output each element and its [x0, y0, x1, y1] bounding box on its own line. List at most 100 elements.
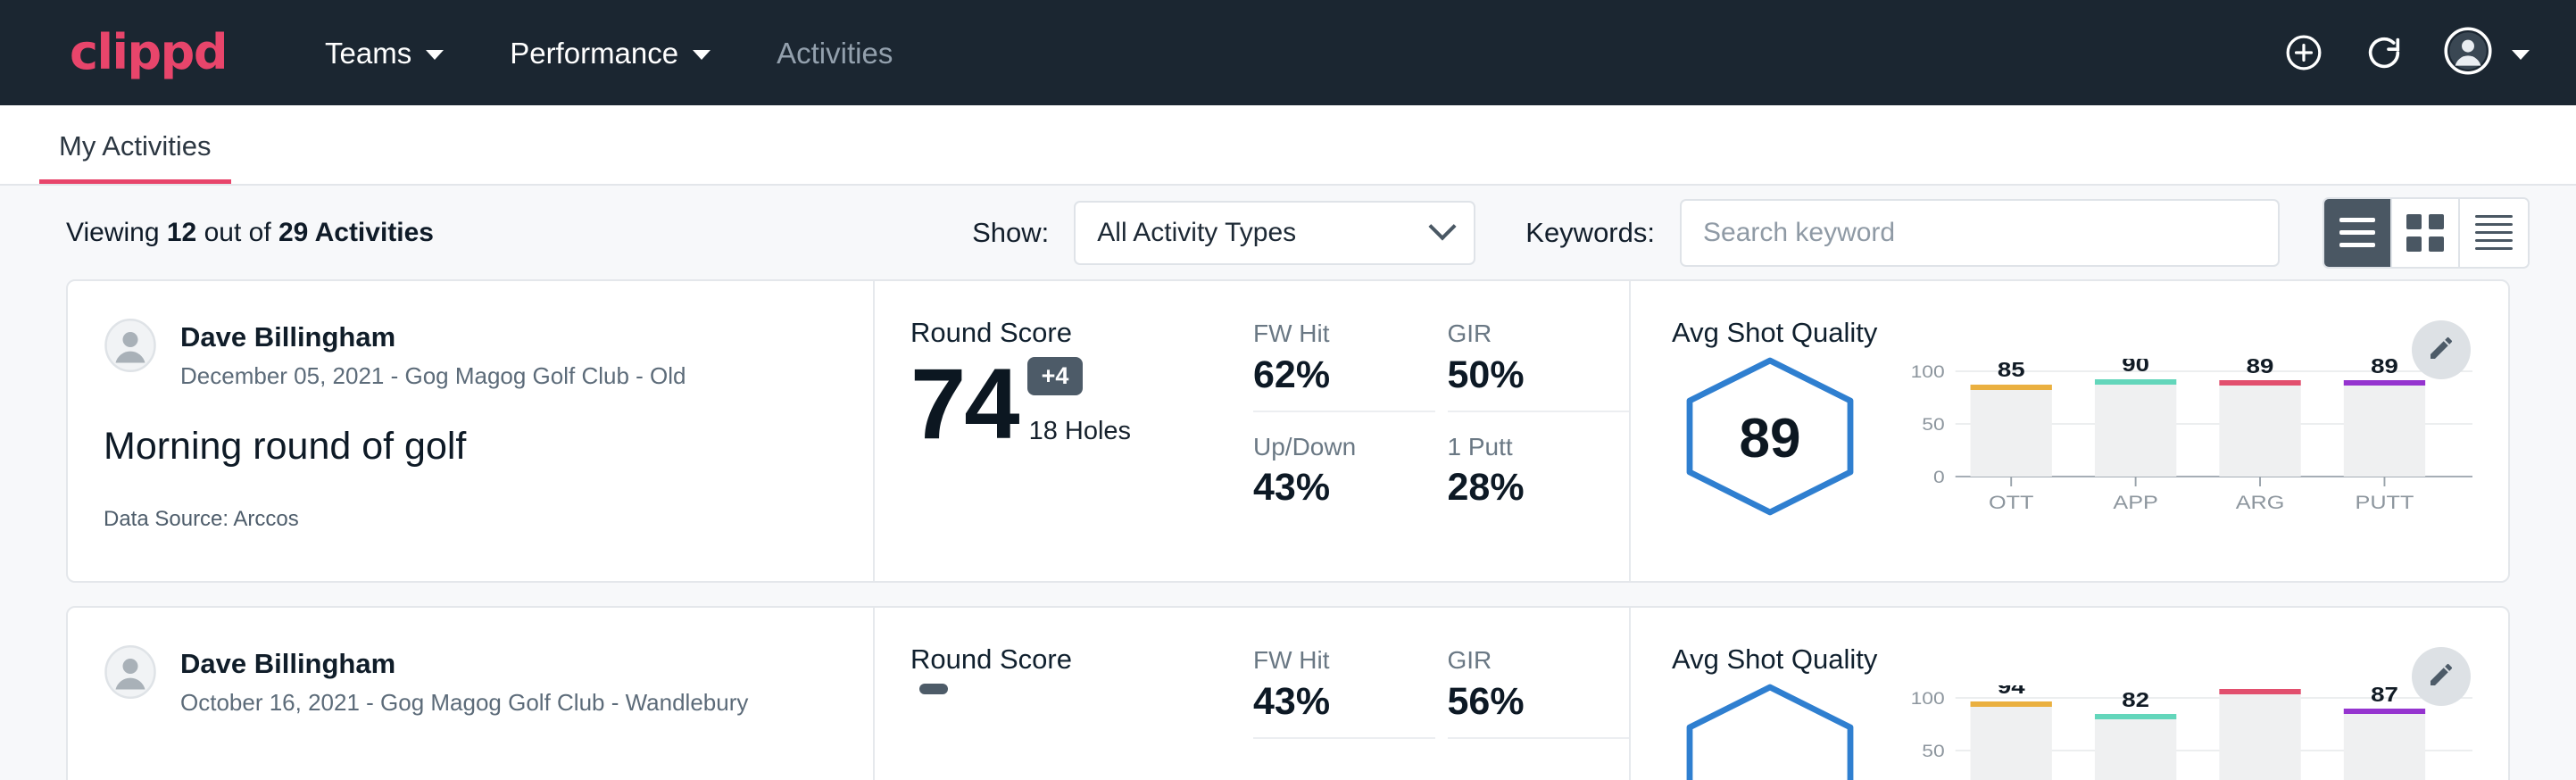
filter-bar: Viewing 12 out of 29 Activities Show: Al…: [0, 186, 2576, 279]
svg-text:89: 89: [2371, 359, 2398, 378]
view-mode-compact-button[interactable]: [2460, 199, 2528, 267]
shot-quality-bar-chart: 100 50 0 85 90: [1893, 359, 2472, 525]
show-label: Show:: [972, 217, 1049, 249]
top-navbar: clippd Teams Performance Activities: [0, 0, 2576, 105]
stat-gir-label: GIR: [1448, 645, 1603, 676]
quality-score-value: 89: [1672, 352, 1868, 526]
svg-text:89: 89: [2247, 359, 2274, 378]
viewing-prefix: Viewing: [66, 218, 160, 247]
viewing-count-text: Viewing 12 out of 29 Activities: [66, 218, 434, 248]
stat-up-down: [1253, 759, 1435, 764]
chevron-down-icon: [1429, 212, 1457, 240]
round-score-label: Round Score: [910, 645, 1223, 673]
nav-item-performance-label: Performance: [510, 38, 678, 68]
avg-shot-quality-label: Avg Shot Quality: [1672, 319, 2472, 346]
activity-card[interactable]: Dave Billingham October 16, 2021 - Gog M…: [66, 606, 2510, 780]
stat-gir-value: 50%: [1448, 354, 1603, 396]
view-mode-toggle: [2323, 197, 2530, 269]
stat-gir-value: 56%: [1448, 681, 1603, 723]
activity-type-select[interactable]: All Activity Types: [1074, 201, 1475, 265]
primary-nav: Teams Performance Activities: [325, 38, 893, 68]
stats-column: FW Hit 62% GIR 50% Up/Down 43% 1 Putt 28…: [1223, 281, 1629, 581]
round-score-column: Round Score 74 +4 18 Holes: [875, 281, 1223, 581]
svg-text:ARG: ARG: [2236, 492, 2285, 513]
chevron-down-icon: [426, 50, 444, 60]
svg-text:PUTT: PUTT: [2356, 492, 2414, 513]
svg-text:APP: APP: [2113, 492, 2157, 513]
stat-one-putt: [1448, 759, 1630, 764]
viewing-mid: out of: [204, 218, 271, 247]
tab-my-activities-label: My Activities: [59, 130, 212, 162]
activity-info-column: Dave Billingham October 16, 2021 - Gog M…: [68, 608, 873, 780]
stats-column: FW Hit 43% GIR 56%: [1223, 608, 1629, 780]
nav-item-performance[interactable]: Performance: [510, 38, 710, 68]
clippd-logo[interactable]: clippd: [70, 29, 227, 77]
keywords-label: Keywords:: [1525, 217, 1655, 249]
pencil-icon: [2427, 334, 2456, 367]
svg-text:100: 100: [1911, 690, 1945, 709]
shot-quality-bar-chart: 100 50 0 94 82 106: [1893, 685, 2472, 780]
svg-text:94: 94: [1998, 685, 2025, 698]
quality-score-value: [1672, 678, 1868, 780]
pencil-icon: [2427, 660, 2456, 693]
svg-text:100: 100: [1911, 363, 1945, 382]
plus-circle-icon[interactable]: [2283, 32, 2324, 73]
stat-up-down-value: 43%: [1253, 467, 1408, 509]
quality-hexagon: 89: [1672, 352, 1868, 526]
stats-grid: FW Hit 43% GIR 56%: [1253, 645, 1629, 764]
filter-controls: Show: All Activity Types Keywords:: [972, 197, 2530, 269]
stat-up-down: Up/Down 43%: [1253, 432, 1435, 510]
nav-item-activities-label: Activities: [777, 38, 893, 68]
round-score-label: Round Score: [910, 319, 1223, 346]
nav-item-teams[interactable]: Teams: [325, 38, 444, 68]
stat-gir: GIR 50%: [1448, 319, 1630, 412]
avatar: [104, 319, 157, 377]
view-mode-grid-button[interactable]: [2392, 199, 2460, 267]
stat-one-putt: 1 Putt 28%: [1448, 432, 1630, 510]
stats-grid: FW Hit 62% GIR 50% Up/Down 43% 1 Putt 28…: [1253, 319, 1629, 510]
tab-strip: My Activities: [0, 105, 2576, 186]
search-input[interactable]: [1703, 218, 2256, 248]
activity-user: Dave Billingham December 05, 2021 - Gog …: [104, 319, 837, 394]
activity-type-select-value: All Activity Types: [1097, 218, 1433, 248]
tab-my-activities[interactable]: My Activities: [39, 132, 231, 184]
viewing-count: 12: [167, 218, 196, 247]
search-input-wrapper[interactable]: [1680, 199, 2280, 267]
svg-text:90: 90: [2122, 359, 2149, 376]
holes-label: 18 Holes: [1029, 417, 1131, 446]
nav-item-teams-label: Teams: [325, 38, 411, 68]
activity-list: Dave Billingham December 05, 2021 - Gog …: [0, 279, 2576, 780]
nav-item-activities[interactable]: Activities: [777, 38, 893, 68]
stat-one-putt-label: 1 Putt: [1448, 432, 1603, 462]
stat-fw-hit-value: 43%: [1253, 681, 1408, 723]
chevron-down-icon: [2512, 50, 2530, 60]
svg-text:50: 50: [1922, 416, 1944, 435]
navbar-actions: [2283, 27, 2530, 79]
stat-gir-label: GIR: [1448, 319, 1603, 349]
stat-fw-hit: FW Hit 43%: [1253, 645, 1435, 739]
round-score-row: 74 +4 18 Holes: [910, 357, 1223, 452]
edit-activity-button[interactable]: [2412, 320, 2471, 379]
activity-data-source: Data Source: Arccos: [104, 507, 837, 532]
account-menu[interactable]: [2444, 27, 2530, 79]
svg-text:50: 50: [1922, 743, 1944, 761]
chevron-down-icon: [693, 50, 710, 60]
quality-hexagon: [1672, 678, 1868, 780]
score-diff-badge: +4: [1027, 357, 1084, 395]
round-score-row: [910, 684, 1223, 712]
avg-shot-quality-column: Avg Shot Quality 100 50 0: [1631, 608, 2508, 780]
refresh-icon[interactable]: [2364, 32, 2405, 73]
shot-quality-chart: 100 50 0 94 82 106: [1893, 678, 2472, 780]
activity-user-name: Dave Billingham: [180, 320, 686, 355]
activity-info-column: Dave Billingham December 05, 2021 - Gog …: [68, 281, 873, 581]
activity-card[interactable]: Dave Billingham December 05, 2021 - Gog …: [66, 279, 2510, 583]
view-mode-list-button[interactable]: [2324, 199, 2392, 267]
activity-user-name: Dave Billingham: [180, 647, 748, 682]
edit-activity-button[interactable]: [2412, 647, 2471, 706]
stat-fw-hit-label: FW Hit: [1253, 319, 1408, 349]
account-avatar-icon: [2444, 27, 2492, 79]
avg-shot-quality-column: Avg Shot Quality 89 100: [1631, 281, 2508, 581]
round-score-column: Round Score: [875, 608, 1223, 780]
shot-quality-chart: 100 50 0 85 90: [1893, 352, 2472, 529]
activity-meta: October 16, 2021 - Gog Magog Golf Club -…: [180, 685, 748, 720]
